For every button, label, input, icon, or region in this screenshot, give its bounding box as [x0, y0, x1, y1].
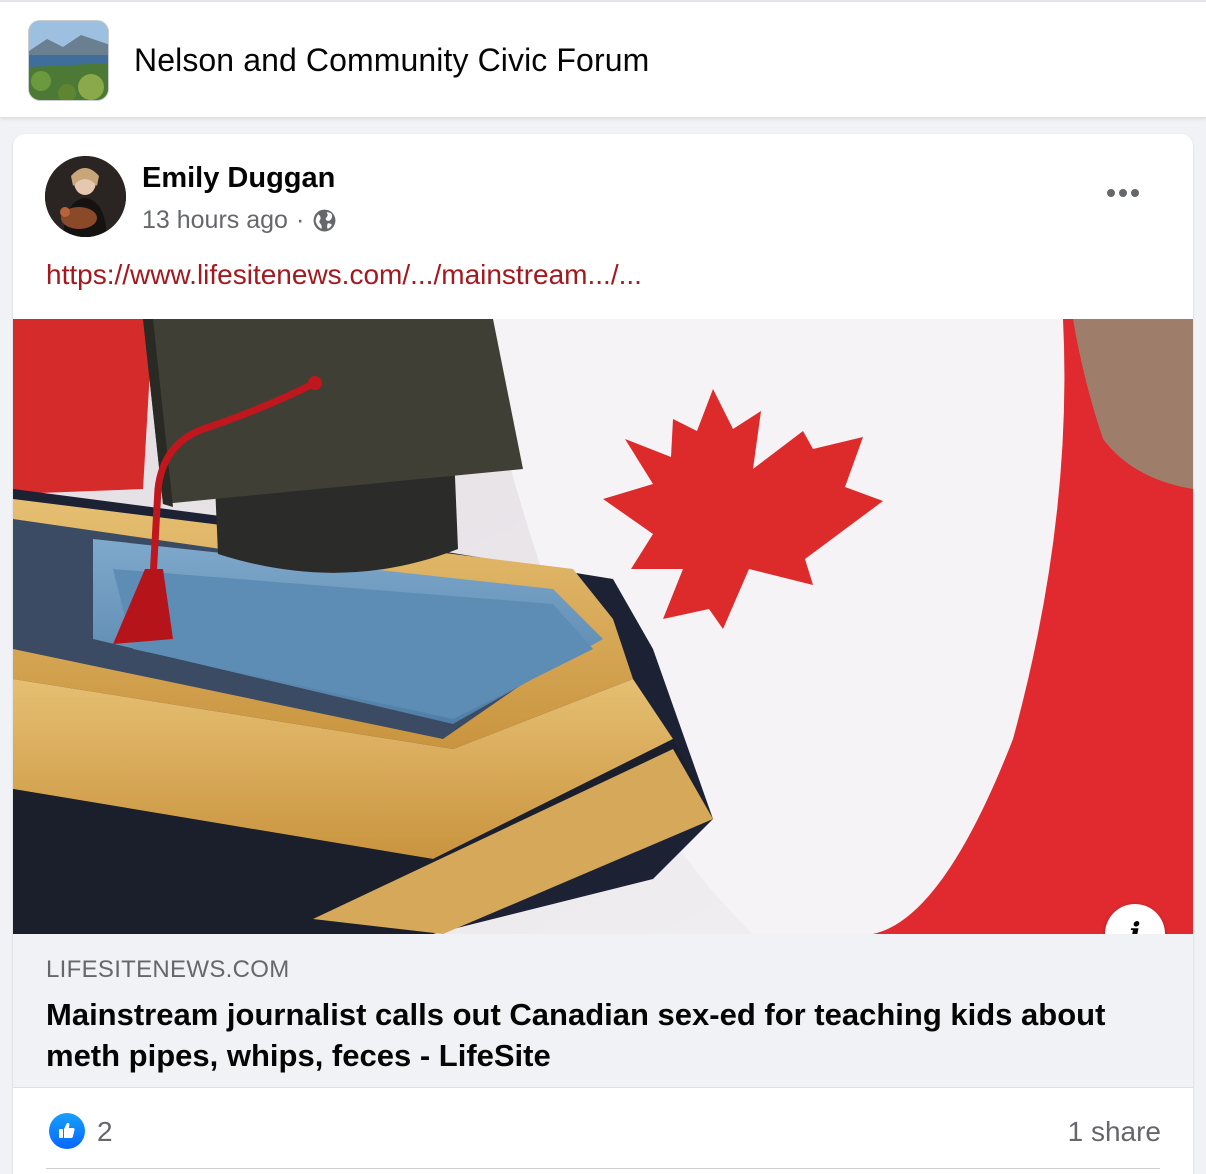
link-domain: LIFESITENEWS.COM: [46, 956, 290, 983]
link-title[interactable]: Mainstream journalist calls out Canadian…: [46, 994, 1146, 1076]
link-preview[interactable]: LIFESITENEWS.COM Mainstream journalist c…: [13, 934, 1193, 1088]
group-landscape-photo: [29, 21, 108, 100]
more-dot: [1131, 189, 1139, 197]
like-thumb-icon[interactable]: [49, 1113, 85, 1149]
group-avatar[interactable]: [28, 20, 109, 101]
globe-icon[interactable]: [312, 208, 337, 233]
author-avatar[interactable]: [45, 156, 126, 237]
link-preview-image[interactable]: [13, 319, 1193, 934]
post-card: Emily Duggan 13 hours ago · https://www.…: [13, 134, 1193, 1174]
share-count[interactable]: 1 share: [1068, 1116, 1161, 1148]
more-dot: [1107, 189, 1115, 197]
author-name[interactable]: Emily Duggan: [142, 162, 335, 195]
divider: [46, 1168, 1160, 1169]
post-meta: 13 hours ago ·: [142, 204, 337, 236]
meta-separator: ·: [295, 205, 305, 234]
group-name[interactable]: Nelson and Community Civic Forum: [134, 42, 649, 79]
more-options-icon[interactable]: [1093, 178, 1153, 208]
author-photo: [45, 156, 126, 237]
canadian-flag-graduation-cap-books-photo: [13, 319, 1193, 934]
group-header: Nelson and Community Civic Forum: [0, 0, 1206, 118]
reactions-bar: 2 1 share: [13, 1088, 1193, 1168]
more-dot: [1119, 189, 1127, 197]
like-count[interactable]: 2: [97, 1116, 113, 1148]
post-link[interactable]: https://www.lifesitenews.com/.../mainstr…: [46, 259, 642, 291]
post-timestamp[interactable]: 13 hours ago: [142, 206, 288, 235]
